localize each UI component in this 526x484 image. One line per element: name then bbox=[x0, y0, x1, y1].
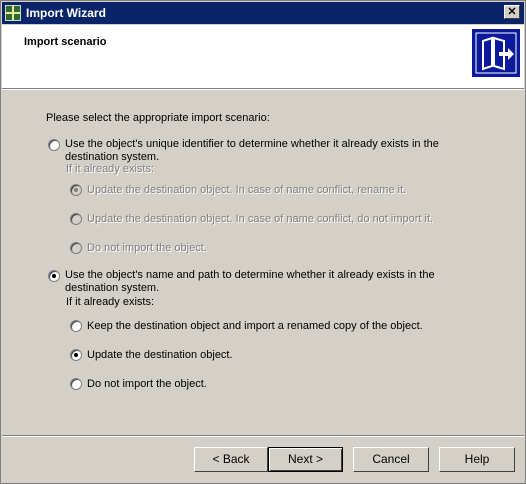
option-unique-identifier-radio[interactable] bbox=[48, 139, 60, 151]
close-button[interactable]: ✕ bbox=[504, 5, 520, 19]
footer-divider bbox=[2, 435, 524, 437]
option1-sub-do-not-import: Do not import the object. bbox=[70, 242, 207, 255]
option-unique-identifier[interactable]: Use the object's unique identifier to de… bbox=[48, 138, 439, 164]
option1-sub-rename: Update the destination object. In case o… bbox=[70, 184, 406, 197]
option1-sub-skip-conflict: Update the destination object. In case o… bbox=[70, 213, 433, 226]
option1-sub-skip-conflict-radio bbox=[70, 213, 82, 225]
option2-sub-keep-and-copy[interactable]: Keep the destination object and import a… bbox=[70, 320, 423, 333]
option2-sub-do-not-import[interactable]: Do not import the object. bbox=[70, 378, 207, 391]
option2-sub-update[interactable]: Update the destination object. bbox=[70, 349, 233, 362]
page-title: Import scenario bbox=[24, 36, 107, 48]
help-button[interactable]: Help bbox=[439, 447, 515, 472]
title-bar: Import Wizard ✕ bbox=[2, 2, 524, 24]
import-icon bbox=[472, 29, 520, 77]
wizard-header: Import scenario bbox=[2, 25, 524, 88]
option1-if-exists-label: If it already exists: bbox=[66, 163, 155, 175]
option-unique-identifier-label: Use the object's unique identifier to de… bbox=[65, 138, 439, 163]
next-button[interactable]: Next > bbox=[268, 447, 343, 472]
import-wizard-window: Import Wizard ✕ Import scenario Please s… bbox=[0, 0, 526, 484]
wizard-body: Please select the appropriate import sce… bbox=[2, 90, 524, 435]
window-title: Import Wizard bbox=[26, 6, 106, 20]
app-icon bbox=[5, 5, 21, 21]
back-button[interactable]: < Back bbox=[194, 447, 268, 472]
option-name-and-path-label: Use the object's name and path to determ… bbox=[65, 269, 435, 294]
cancel-button[interactable]: Cancel bbox=[353, 447, 429, 472]
scenario-prompt: Please select the appropriate import sce… bbox=[46, 112, 270, 124]
option2-sub-keep-and-copy-radio[interactable] bbox=[70, 320, 82, 332]
option1-sub-do-not-import-radio bbox=[70, 242, 82, 254]
option-name-and-path-radio[interactable] bbox=[48, 270, 60, 282]
option1-sub-rename-radio bbox=[70, 184, 82, 196]
option2-sub-update-radio[interactable] bbox=[70, 349, 82, 361]
option2-if-exists-label: If it already exists: bbox=[66, 296, 155, 308]
option-name-and-path[interactable]: Use the object's name and path to determ… bbox=[48, 269, 435, 295]
option2-sub-do-not-import-radio[interactable] bbox=[70, 378, 82, 390]
